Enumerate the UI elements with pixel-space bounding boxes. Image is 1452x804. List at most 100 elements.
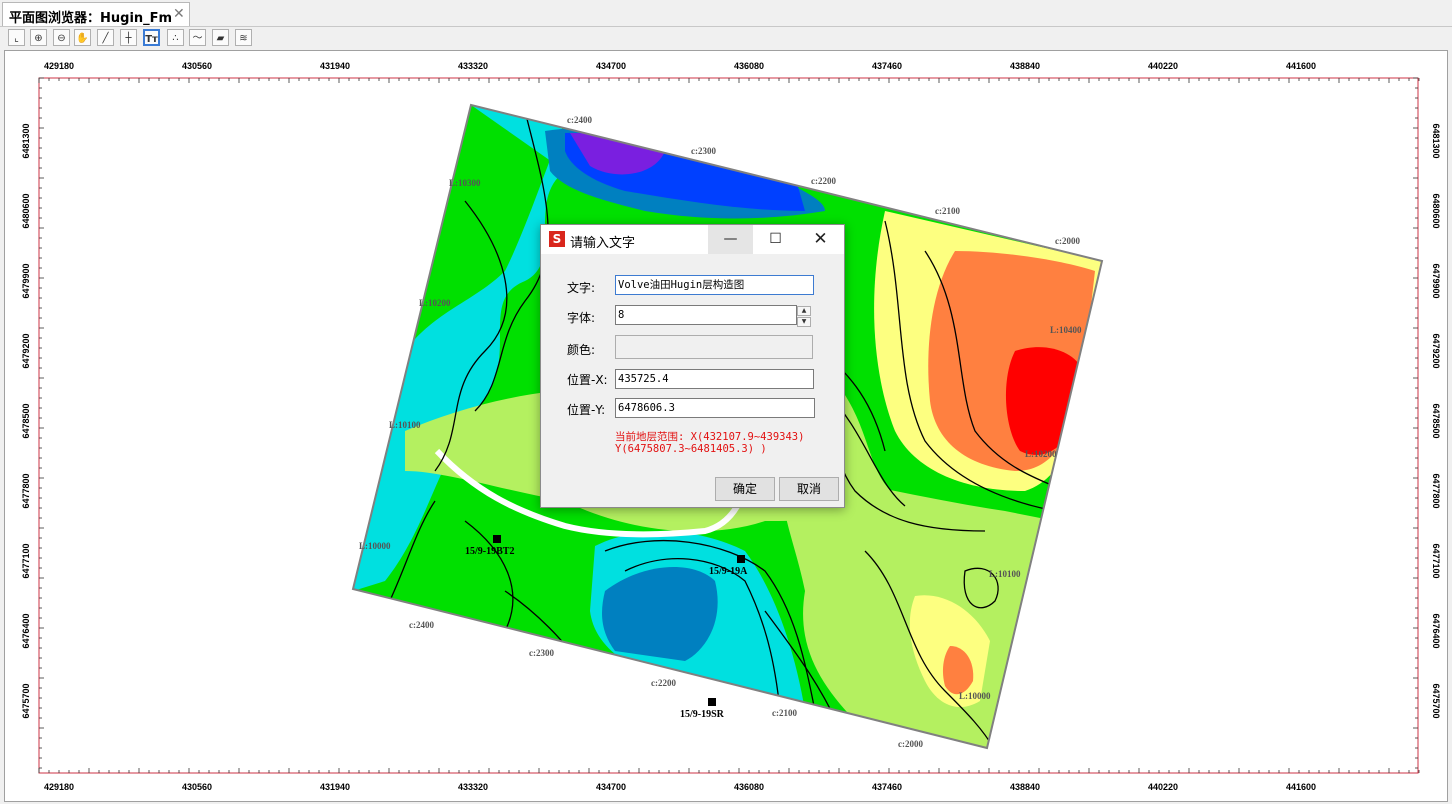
spin-up-icon[interactable]: ▲ [797,306,811,316]
contour-label: c:2100 [772,708,797,718]
cancel-button[interactable]: 取消 [779,477,839,501]
contour-label: c:2200 [811,176,836,186]
x-tick-label: 438840 [1010,61,1040,71]
color-fill-icon[interactable]: ▰ [212,29,229,46]
y-tick-label: 6477800 [1431,473,1441,508]
dialog-title: 请输入文字 [570,236,636,251]
x-tick-label: 434700 [596,782,626,792]
contour-label: L:10200 [1025,449,1057,459]
x-tick-label: 430560 [182,782,212,792]
y-tick-label: 6477100 [1431,543,1441,578]
position-x-input[interactable]: 435725.4 [615,369,814,389]
y-tick-label: 6480600 [21,193,31,228]
pan-hand-icon[interactable]: ✋ [74,29,91,46]
text-input[interactable]: Volve油田Hugin层构造图 [615,275,814,295]
contour-label: L:10100 [389,420,421,430]
x-tick-label: 440220 [1148,61,1178,71]
x-tick-label: 431940 [320,61,350,71]
toolbar: ⌞ ⊕ ⊖ ✋ ╱ ┼ Tт ∴ 〜 ▰ ≋ [0,27,1452,49]
x-tick-label: 438840 [1010,782,1040,792]
spin-down-icon[interactable]: ▼ [797,317,811,327]
fit-extent-icon[interactable]: ⌞ [8,29,25,46]
y-tick-label: 6477800 [21,473,31,508]
x-tick-label: 433320 [458,782,488,792]
x-tick-label: 430560 [182,61,212,71]
y-tick-label: 6475700 [1431,683,1441,718]
x-tick-label: 441600 [1286,61,1316,71]
well-label: 15/9-19SR [680,709,725,720]
input-text-dialog: S 请输入文字 — ☐ ✕ 文字: Volve油田Hugin层构造图 字体: 8… [540,224,845,508]
layer-range-text: 当前地层范围: X(432107.9~439343) Y(6475807.3~6… [615,431,835,455]
x-tick-label: 436080 [734,782,764,792]
ok-button[interactable]: 确定 [715,477,775,501]
well-label: 15/9-19A [709,566,748,577]
tab-title: 平面图浏览器：Hugin_Fm [9,11,173,26]
position-x-label: 位置-X: [567,373,608,387]
tab-hugin-fm[interactable]: 平面图浏览器：Hugin_Fm ✕ [2,2,190,26]
well-label: 15/9-19BT2 [465,546,514,557]
contour-label: c:2000 [898,739,923,749]
tab-close-icon[interactable]: ✕ [173,6,185,22]
contour-label: L:10400 [1050,325,1082,335]
x-tick-label: 429180 [44,61,74,71]
maximize-icon[interactable]: ☐ [753,225,798,254]
red-zone [1005,347,1083,455]
position-y-label: 位置-Y: [567,403,606,417]
contour-lines-icon[interactable]: ≋ [235,29,252,46]
y-tick-label: 6479900 [1431,263,1441,298]
contour-label: L:10000 [359,541,391,551]
x-tick-label: 431940 [320,782,350,792]
range-y-text: Y(6475807.3~6481405.3) ) [615,443,767,455]
app-logo-icon: S [549,231,565,247]
contour-label: L:10300 [449,178,481,188]
color-label: 颜色: [567,343,596,357]
y-tick-label: 6481300 [1431,123,1441,158]
x-tick-label: 429180 [44,782,74,792]
y-tick-label: 6476400 [21,613,31,648]
y-tick-label: 6479900 [21,263,31,298]
font-size-spinner[interactable]: ▲ ▼ [797,306,811,327]
well-marker [708,698,716,706]
y-tick-label: 6481300 [21,123,31,158]
x-tick-label: 436080 [734,61,764,71]
scatter-points-icon[interactable]: ∴ [167,29,184,46]
color-picker[interactable] [615,335,813,359]
crosshair-icon[interactable]: ┼ [120,29,137,46]
text-label: 文字: [567,281,596,295]
contour-label: c:2300 [529,648,554,658]
minimize-icon[interactable]: — [708,225,753,254]
contour-label: L:10100 [989,569,1021,579]
range-x-text: 当前地层范围: X(432107.9~439343) [615,431,805,443]
x-tick-label: 437460 [872,782,902,792]
x-tick-label: 437460 [872,61,902,71]
text-tool-icon[interactable]: Tт [143,29,160,46]
x-tick-label: 434700 [596,61,626,71]
contour-label: c:2400 [409,620,434,630]
x-tick-label: 440220 [1148,782,1178,792]
y-tick-label: 6480600 [1431,193,1441,228]
font-size-input[interactable]: 8 [615,305,797,325]
contour-label: c:2300 [691,146,716,156]
contour-label: L:10000 [959,691,991,701]
position-y-input[interactable]: 6478606.3 [615,398,815,418]
well-marker [737,555,745,563]
polyline-icon[interactable]: 〜 [189,29,206,46]
draw-line-icon[interactable]: ╱ [97,29,114,46]
y-tick-label: 6477100 [21,543,31,578]
tab-bar: 平面图浏览器：Hugin_Fm ✕ [0,0,1452,27]
y-tick-label: 6478500 [21,403,31,438]
contour-label: c:2100 [935,206,960,216]
zoom-out-icon[interactable]: ⊖ [53,29,70,46]
well-marker [493,535,501,543]
y-tick-label: 6479200 [1431,333,1441,368]
zoom-in-icon[interactable]: ⊕ [30,29,47,46]
contour-label: L:10200 [419,298,451,308]
y-tick-label: 6475700 [21,683,31,718]
dialog-titlebar[interactable]: S 请输入文字 — ☐ ✕ [541,225,844,254]
y-tick-label: 6479200 [21,333,31,368]
y-tick-label: 6476400 [1431,613,1441,648]
x-tick-label: 433320 [458,61,488,71]
contour-label: c:2200 [651,678,676,688]
font-label: 字体: [567,311,596,325]
close-icon[interactable]: ✕ [798,225,843,254]
